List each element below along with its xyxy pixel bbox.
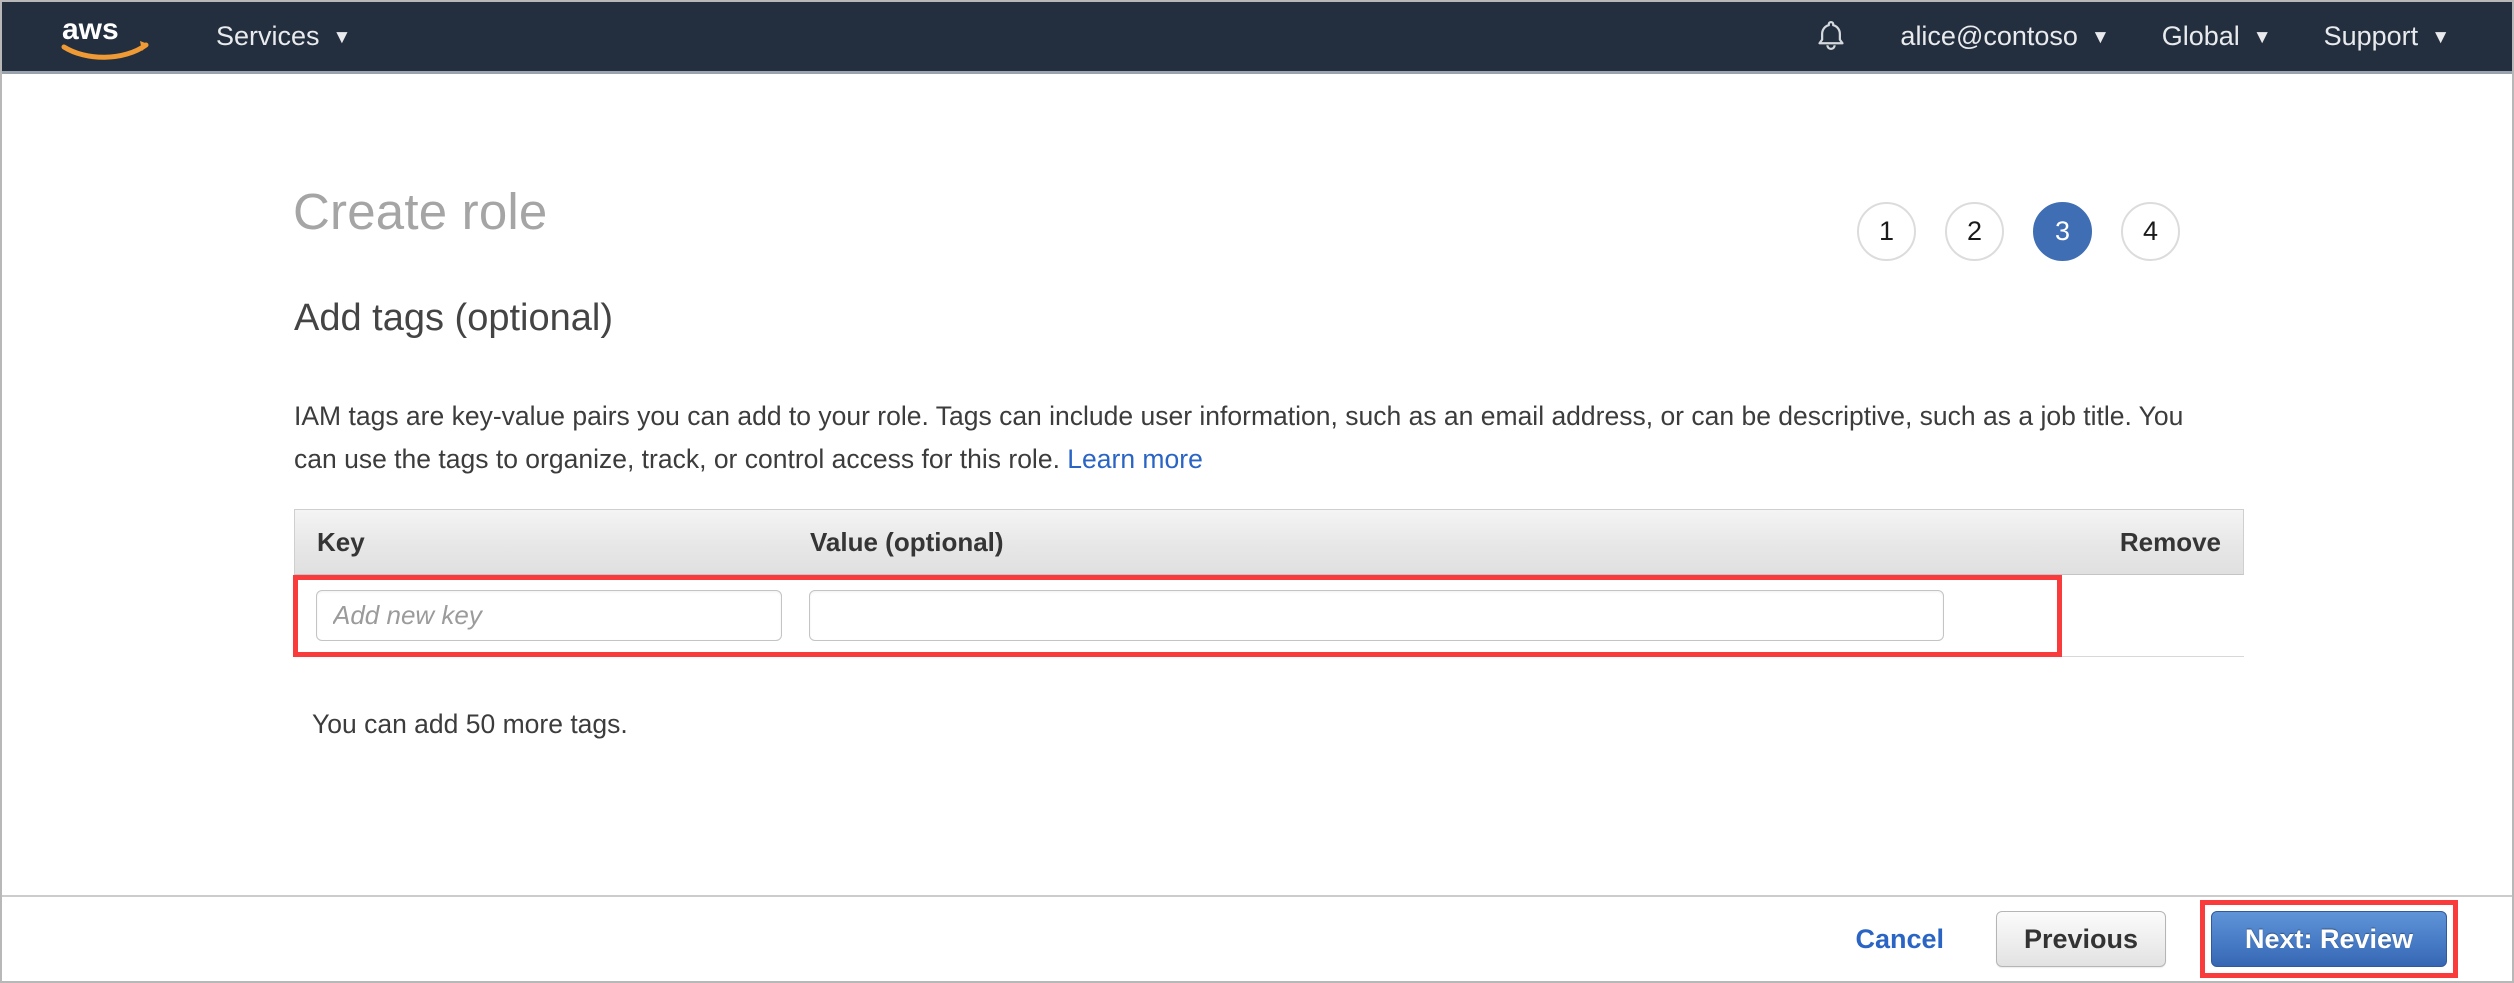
intro-paragraph: IAM tags are key-value pairs you can add…: [294, 395, 2194, 481]
cell-key: [294, 590, 809, 641]
nav-region-menu[interactable]: Global ▼: [2162, 21, 2272, 52]
nav-support-label: Support: [2324, 21, 2419, 52]
chevron-down-icon: ▼: [2253, 28, 2272, 47]
nav-region-label: Global: [2162, 21, 2240, 52]
tags-table: Key Value (optional) Remove: [294, 509, 2244, 657]
cell-value: [809, 590, 2244, 641]
nav-account-label: alice@contoso: [1900, 21, 2078, 52]
nav-services-menu[interactable]: Services ▼: [216, 21, 351, 52]
aws-console-page: aws Services ▼ alice@contoso ▼ Global ▼: [0, 0, 2514, 983]
tag-value-input[interactable]: [809, 590, 1944, 641]
nav-services-label: Services: [216, 21, 320, 52]
top-navigation-bar: aws Services ▼ alice@contoso ▼ Global ▼: [2, 2, 2512, 74]
chevron-down-icon: ▼: [333, 28, 352, 47]
main-content: Create role 1234 Add tags (optional) IAM…: [2, 77, 2512, 897]
column-header-remove: Remove: [2120, 527, 2243, 558]
tag-key-input[interactable]: [316, 590, 782, 641]
aws-logo[interactable]: aws: [60, 13, 152, 61]
column-header-value: Value (optional): [810, 527, 2120, 558]
intro-text: IAM tags are key-value pairs you can add…: [294, 401, 2183, 474]
nav-support-menu[interactable]: Support ▼: [2324, 21, 2450, 52]
svg-text:aws: aws: [62, 13, 119, 46]
nav-account-menu[interactable]: alice@contoso ▼: [1900, 21, 2109, 52]
column-header-key: Key: [295, 527, 810, 558]
wizard-footer: Cancel Previous Next: Review: [2, 895, 2512, 981]
step-indicator-4[interactable]: 4: [2121, 202, 2180, 261]
cancel-button[interactable]: Cancel: [1855, 924, 1944, 955]
next-review-button[interactable]: Next: Review: [2211, 911, 2447, 967]
table-row: [294, 575, 2244, 657]
bell-icon[interactable]: [1814, 19, 1848, 55]
next-button-highlight: Next: Review: [2200, 900, 2458, 978]
step-indicator: 1234: [1857, 202, 2180, 261]
aws-logo-icon: aws: [60, 13, 152, 61]
nav-right-group: alice@contoso ▼ Global ▼ Support ▼: [1814, 19, 2450, 55]
remaining-tags-text: You can add 50 more tags.: [312, 709, 628, 740]
page-title: Create role: [293, 182, 548, 241]
step-indicator-3[interactable]: 3: [2033, 202, 2092, 261]
step-indicator-2[interactable]: 2: [1945, 202, 2004, 261]
step-indicator-1[interactable]: 1: [1857, 202, 1916, 261]
section-title: Add tags (optional): [294, 297, 613, 340]
learn-more-link[interactable]: Learn more: [1067, 444, 1203, 474]
chevron-down-icon: ▼: [2431, 28, 2450, 47]
table-header-row: Key Value (optional) Remove: [294, 509, 2244, 575]
chevron-down-icon: ▼: [2091, 28, 2110, 47]
previous-button[interactable]: Previous: [1996, 911, 2166, 967]
